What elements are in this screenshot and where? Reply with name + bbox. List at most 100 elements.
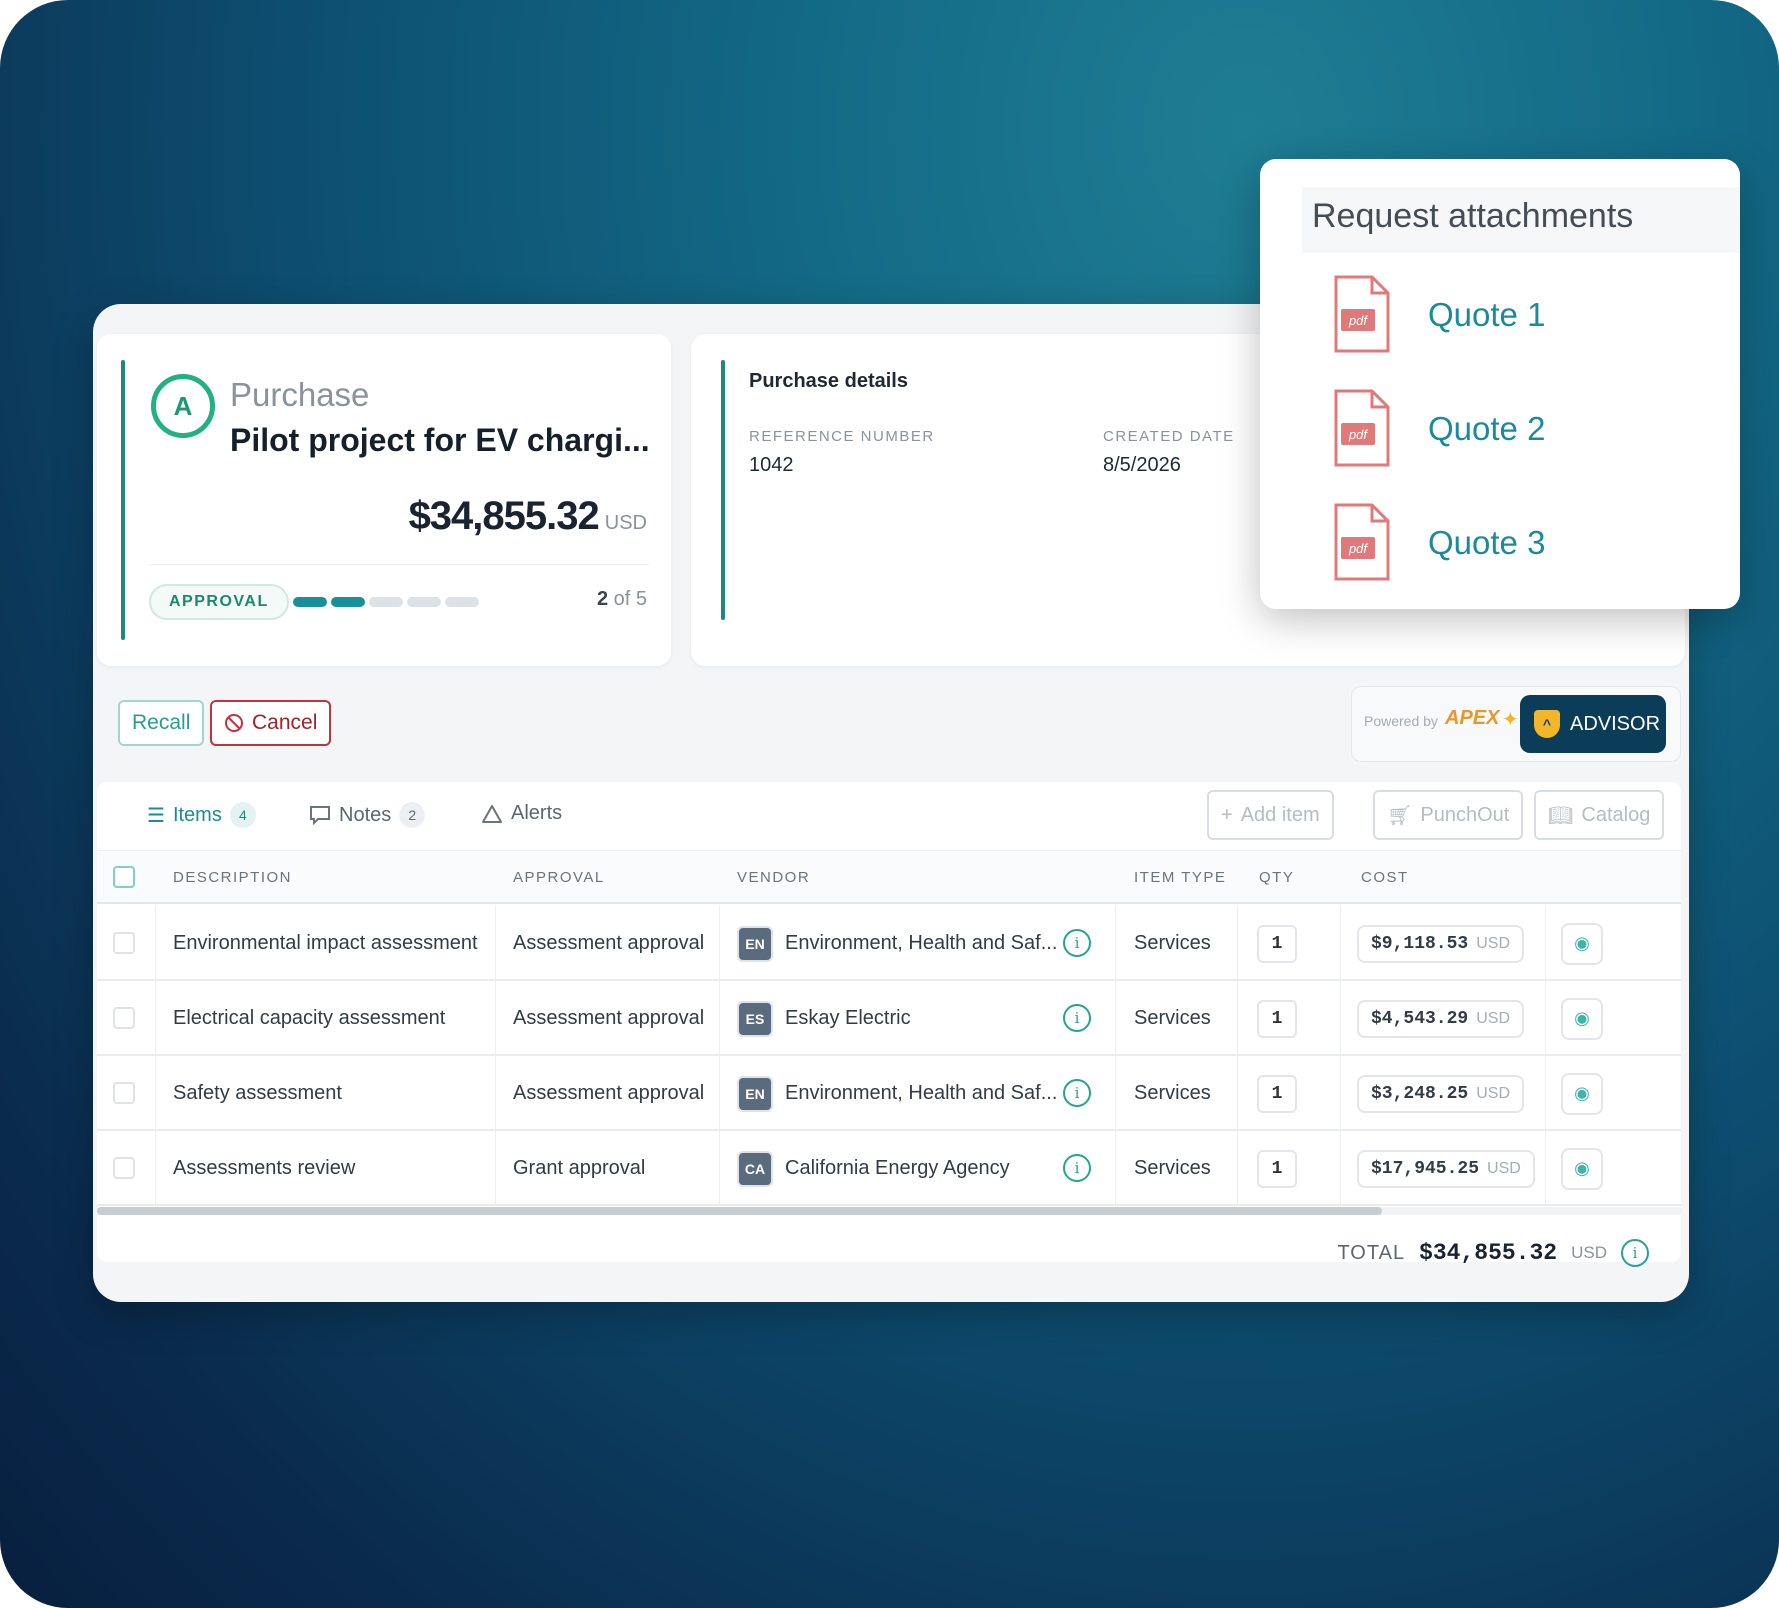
divider xyxy=(1115,1056,1116,1131)
details-title: Purchase details xyxy=(749,370,908,392)
divider xyxy=(1115,981,1116,1056)
cost-currency: USD xyxy=(1487,1159,1521,1177)
amount-currency: USD xyxy=(604,512,647,534)
divider xyxy=(155,906,156,981)
punchout-button[interactable]: 🛒︎ PunchOut xyxy=(1373,790,1524,840)
vendor-name: Eskay Electric xyxy=(785,1007,911,1029)
item-vendor: ES Eskay Electric xyxy=(737,981,911,1056)
tab-alerts[interactable]: Alerts xyxy=(481,802,562,825)
divider xyxy=(1545,1056,1546,1131)
cart-icon: 🛒︎ xyxy=(1387,804,1413,827)
cost-value: $3,248.25 xyxy=(1371,1083,1469,1104)
accent-bar xyxy=(121,360,125,640)
view-cell: ◉ xyxy=(1561,1131,1603,1206)
table-row[interactable]: Electrical capacity assessment Assessmen… xyxy=(97,981,1681,1056)
punchout-label: PunchOut xyxy=(1420,803,1510,826)
cost-value: $9,118.53 xyxy=(1371,933,1469,954)
row-checkbox[interactable] xyxy=(113,932,135,954)
column-cost: COST xyxy=(1361,869,1409,886)
pdf-label: pdf xyxy=(1348,541,1368,556)
progress-steps xyxy=(293,597,479,607)
divider xyxy=(155,1056,156,1131)
column-description: DESCRIPTION xyxy=(173,869,293,886)
attachment-item[interactable]: pdf Quote 3 xyxy=(1332,503,1545,583)
progress-step xyxy=(369,597,403,607)
background: A Purchase Pilot project for EV chargi..… xyxy=(0,0,1779,1608)
cancel-icon xyxy=(225,714,243,732)
advisor-button[interactable]: ^ ADVISOR xyxy=(1520,695,1666,753)
row-checkbox[interactable] xyxy=(113,1157,135,1179)
qty-cell: 1 xyxy=(1257,981,1297,1056)
info-icon[interactable]: i xyxy=(1063,1004,1091,1032)
info-icon[interactable]: i xyxy=(1063,929,1091,957)
cost-cell: $3,248.25 USD xyxy=(1357,1056,1524,1131)
eye-icon[interactable]: ◉ xyxy=(1561,922,1603,965)
row-checkbox[interactable] xyxy=(113,1007,135,1029)
pdf-file-icon: pdf xyxy=(1334,275,1390,353)
item-approval: Grant approval xyxy=(513,1157,646,1179)
info-icon[interactable]: i xyxy=(1063,1154,1091,1182)
apex-logo: APEX xyxy=(1445,707,1500,729)
table-row[interactable]: Environmental impact assessment Assessme… xyxy=(97,906,1681,981)
cost-cell: $9,118.53 USD xyxy=(1357,906,1524,981)
powered-by-label: Powered by xyxy=(1364,713,1438,729)
purchase-amount: $34,855.32 USD xyxy=(409,494,647,539)
total-currency: USD xyxy=(1571,1243,1607,1262)
column-item-type: ITEM TYPE xyxy=(1134,869,1227,886)
select-all-checkbox[interactable] xyxy=(113,866,135,888)
attachment-item[interactable]: pdf Quote 2 xyxy=(1332,389,1545,469)
eye-icon[interactable]: ◉ xyxy=(1561,997,1603,1040)
step-current: 2 xyxy=(596,588,609,610)
plus-icon: + xyxy=(1221,803,1233,826)
item-approval: Assessment approval xyxy=(513,1007,705,1029)
divider xyxy=(1545,981,1546,1056)
divider xyxy=(719,981,720,1056)
status-badge: APPROVAL xyxy=(149,584,289,620)
add-item-button[interactable]: + Add item xyxy=(1207,790,1334,840)
divider xyxy=(1545,906,1546,981)
attachment-item[interactable]: pdf Quote 1 xyxy=(1332,275,1545,355)
eye-icon[interactable]: ◉ xyxy=(1561,1072,1603,1115)
eye-icon[interactable]: ◉ xyxy=(1561,1147,1603,1190)
items-panel: ☰ Items 4 Notes 2 Alerts + Add item 🛒︎ P… xyxy=(97,782,1681,1262)
divider xyxy=(155,981,156,1056)
item-qty: 1 xyxy=(1257,1149,1297,1188)
table-row[interactable]: Safety assessment Assessment approval EN… xyxy=(97,1056,1681,1131)
book-icon: 📖︎ xyxy=(1548,804,1574,827)
item-type: Services xyxy=(1134,1007,1211,1029)
divider xyxy=(495,1131,496,1206)
recall-button[interactable]: Recall xyxy=(118,700,205,746)
sparkle-icon: ✦ xyxy=(1502,709,1519,731)
comment-icon xyxy=(310,806,330,825)
item-qty: 1 xyxy=(1257,924,1297,963)
vendor-name: Environment, Health and Saf... xyxy=(785,932,1058,954)
progress-step xyxy=(331,597,365,607)
vendor-name: California Energy Agency xyxy=(785,1157,1010,1179)
cancel-button[interactable]: Cancel xyxy=(210,700,332,746)
tab-items-count: 4 xyxy=(229,802,256,828)
tab-items[interactable]: ☰ Items 4 xyxy=(147,802,256,828)
reference-number-value: 1042 xyxy=(749,454,794,476)
item-type: Services xyxy=(1134,932,1211,954)
divider xyxy=(1340,1056,1341,1131)
item-qty: 1 xyxy=(1257,1074,1297,1113)
catalog-button[interactable]: 📖︎ Catalog xyxy=(1534,790,1665,840)
vendor-badge: EN xyxy=(737,925,773,962)
item-cost: $9,118.53 USD xyxy=(1357,924,1524,963)
row-checkbox[interactable] xyxy=(113,1082,135,1104)
divider xyxy=(1340,1131,1341,1206)
item-cost: $3,248.25 USD xyxy=(1357,1074,1524,1113)
accent-bar xyxy=(721,360,725,620)
info-icon[interactable]: i xyxy=(1621,1239,1649,1267)
view-cell: ◉ xyxy=(1561,1056,1603,1131)
tab-notes-label: Notes xyxy=(339,803,392,826)
tab-notes[interactable]: Notes 2 xyxy=(309,802,426,828)
scrollbar-thumb[interactable] xyxy=(97,1207,1382,1215)
progress-step xyxy=(407,597,441,607)
divider xyxy=(719,906,720,981)
table-row[interactable]: Assessments review Grant approval CA Cal… xyxy=(97,1131,1681,1206)
purchase-kind: Purchase xyxy=(230,376,370,413)
info-icon[interactable]: i xyxy=(1063,1079,1091,1107)
list-icon: ☰ xyxy=(147,804,165,827)
cost-value: $17,945.25 xyxy=(1371,1158,1480,1179)
